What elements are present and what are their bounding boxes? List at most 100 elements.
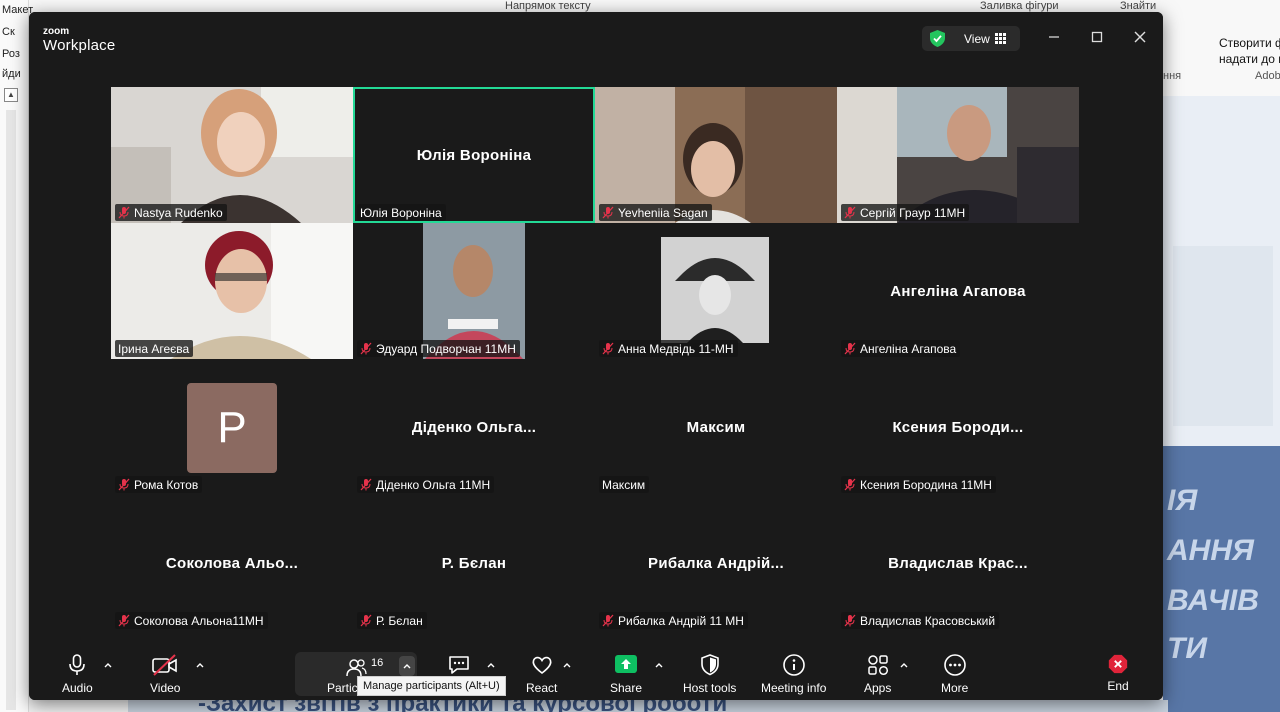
participant-display-name: Діденко Ольга...	[353, 359, 595, 495]
presentation-slide: ІЯ АННЯ ВАЧІВ ТИ	[1163, 96, 1280, 712]
avatar: P	[187, 383, 277, 473]
participant-name-tag: Р. Бєлан	[357, 612, 427, 629]
participant-display-name: Соколова Альо...	[111, 495, 353, 631]
participant-name-tag: Yevheniia Sagan	[599, 204, 712, 221]
maximize-icon[interactable]	[1088, 28, 1106, 46]
end-meeting-button[interactable]: End	[1107, 653, 1129, 693]
participant-name-tag: Владислав Красовський	[841, 612, 1000, 629]
left-menu-item[interactable]: йди	[2, 68, 21, 80]
participant-tile[interactable]: Эдуард Подворчан 11МН	[353, 223, 595, 359]
participant-name-tag: Соколова Альона11МН	[115, 612, 268, 629]
mic-muted-icon	[602, 614, 614, 627]
video-label: Video	[150, 681, 181, 695]
participant-tile[interactable]: Р. Бєлан Р. Бєлан	[353, 495, 595, 631]
share-label: Share	[610, 681, 643, 695]
scroll-up-icon[interactable]: ▲	[4, 88, 18, 102]
more-label: More	[941, 681, 969, 695]
host-tools-button[interactable]: Host tools	[683, 653, 736, 695]
participant-tile[interactable]: P Рома Котов	[111, 359, 353, 495]
left-menu-item[interactable]: Роз	[2, 48, 20, 60]
participant-tile[interactable]: Соколова Альо... Соколова Альона11МН	[111, 495, 353, 631]
right-panel-text: ння	[1163, 70, 1182, 82]
share-button[interactable]: Share	[610, 653, 642, 695]
share-screen-icon	[615, 655, 638, 673]
more-button[interactable]: More	[941, 653, 968, 695]
participant-tile[interactable]: Рибалка Андрій... Рибалка Андрій 11 МН	[595, 495, 837, 631]
participant-name: Максим	[602, 477, 646, 492]
participant-tile[interactable]: Ксения Бороди... Ксения Бородина 11МН	[837, 359, 1079, 495]
react-button[interactable]: React	[526, 653, 557, 695]
chevron-up-icon[interactable]	[103, 661, 113, 669]
mic-muted-icon	[360, 478, 372, 491]
participants-label: Partic	[327, 681, 358, 695]
mic-muted-icon	[602, 206, 614, 219]
participant-display-name: Юлія Вороніна	[353, 87, 595, 223]
shield-icon	[700, 654, 719, 676]
brand-logo: Workplace	[43, 37, 116, 54]
participant-name: Рома Котов	[134, 477, 199, 492]
participant-tile[interactable]: Діденко Ольга... Діденко Ольга 11МН	[353, 359, 595, 495]
participant-tile[interactable]: Владислав Крас... Владислав Красовський	[837, 495, 1079, 631]
info-icon	[782, 654, 805, 676]
view-button[interactable]: View	[922, 26, 1020, 51]
slide-banner-text: -Захист звітів з практики та курсової ро…	[198, 700, 727, 712]
slide-text: АННЯ	[1167, 534, 1254, 567]
participant-tile[interactable]: Yevheniia Sagan	[595, 87, 837, 223]
chat-button[interactable]	[447, 653, 471, 677]
participant-name-tag: Максим	[599, 476, 650, 493]
participants-options-button[interactable]	[399, 656, 415, 676]
participant-display-name: Ксения Бороди...	[837, 359, 1079, 495]
participant-name-tag: Рибалка Андрій 11 МН	[599, 612, 748, 629]
participant-name-tag: Эдуард Подворчан 11МН	[357, 340, 520, 357]
participant-name-tag: Ксения Бородина 11МН	[841, 476, 996, 493]
slide-text: ТИ	[1167, 632, 1207, 665]
mic-muted-icon	[844, 206, 856, 219]
participant-tile[interactable]: Ангеліна Агапова Ангеліна Агапова	[837, 223, 1079, 359]
participant-name: Діденко Ольга 11МН	[376, 477, 491, 492]
chevron-up-icon[interactable]	[486, 661, 496, 669]
video-feed	[111, 223, 353, 359]
participant-display-name: Рибалка Андрій...	[595, 495, 837, 631]
participant-name: Ангеліна Агапова	[860, 341, 957, 356]
chevron-up-icon[interactable]	[195, 661, 205, 669]
meeting-info-label: Meeting info	[761, 681, 827, 695]
participant-display-name: Максим	[595, 359, 837, 495]
participant-tile[interactable]: Nastya Rudenko	[111, 87, 353, 223]
chevron-up-icon[interactable]	[562, 661, 572, 669]
video-button[interactable]: Video	[150, 653, 180, 695]
meeting-info-button[interactable]: Meeting info	[761, 653, 826, 695]
slide-image	[1173, 246, 1273, 426]
heart-icon	[532, 656, 552, 675]
video-feed	[595, 87, 837, 223]
participant-big-name: Ксения Бороди...	[892, 418, 1024, 436]
brand-logo-small: zoom	[43, 26, 70, 37]
chevron-up-icon	[403, 664, 411, 669]
left-menu-item[interactable]: Ск	[2, 26, 15, 38]
video-feed	[353, 223, 595, 359]
participant-name-tag: Nastya Rudenko	[115, 204, 227, 221]
host-tools-label: Host tools	[683, 681, 737, 695]
participant-tile[interactable]: Сергій Граур 11МН	[837, 87, 1079, 223]
mic-muted-icon	[360, 614, 372, 627]
apps-button[interactable]: Apps	[864, 653, 891, 695]
participant-name: Yevheniia Sagan	[618, 205, 708, 220]
scrollbar[interactable]	[6, 110, 16, 710]
chevron-up-icon[interactable]	[654, 661, 664, 669]
participant-name-tag: Юлія Вороніна	[357, 204, 446, 221]
participant-name: Сергій Граур 11МН	[860, 205, 966, 220]
participant-tile[interactable]: Ірина Агеєва	[111, 223, 353, 359]
office-right-panel: Створити ф надати до нього Adob ння	[1163, 0, 1280, 96]
audio-button[interactable]: Audio	[62, 653, 93, 695]
minimize-icon[interactable]	[1045, 28, 1063, 46]
participant-name: Ірина Агеєва	[118, 341, 190, 356]
participant-tile[interactable]: Анна Медвідь 11-МН	[595, 223, 837, 359]
participant-name-tag: Ангеліна Агапова	[841, 340, 961, 357]
mic-muted-icon	[844, 614, 856, 627]
participant-big-name: Ангеліна Агапова	[890, 282, 1026, 300]
view-label: View	[964, 32, 990, 46]
participant-tile-active-speaker[interactable]: Юлія Вороніна Юлія Вороніна	[353, 87, 595, 223]
right-panel-text: Adob	[1255, 70, 1280, 82]
close-icon[interactable]	[1131, 28, 1149, 46]
participant-tile[interactable]: Максим Максим	[595, 359, 837, 495]
chevron-up-icon[interactable]	[899, 661, 909, 669]
